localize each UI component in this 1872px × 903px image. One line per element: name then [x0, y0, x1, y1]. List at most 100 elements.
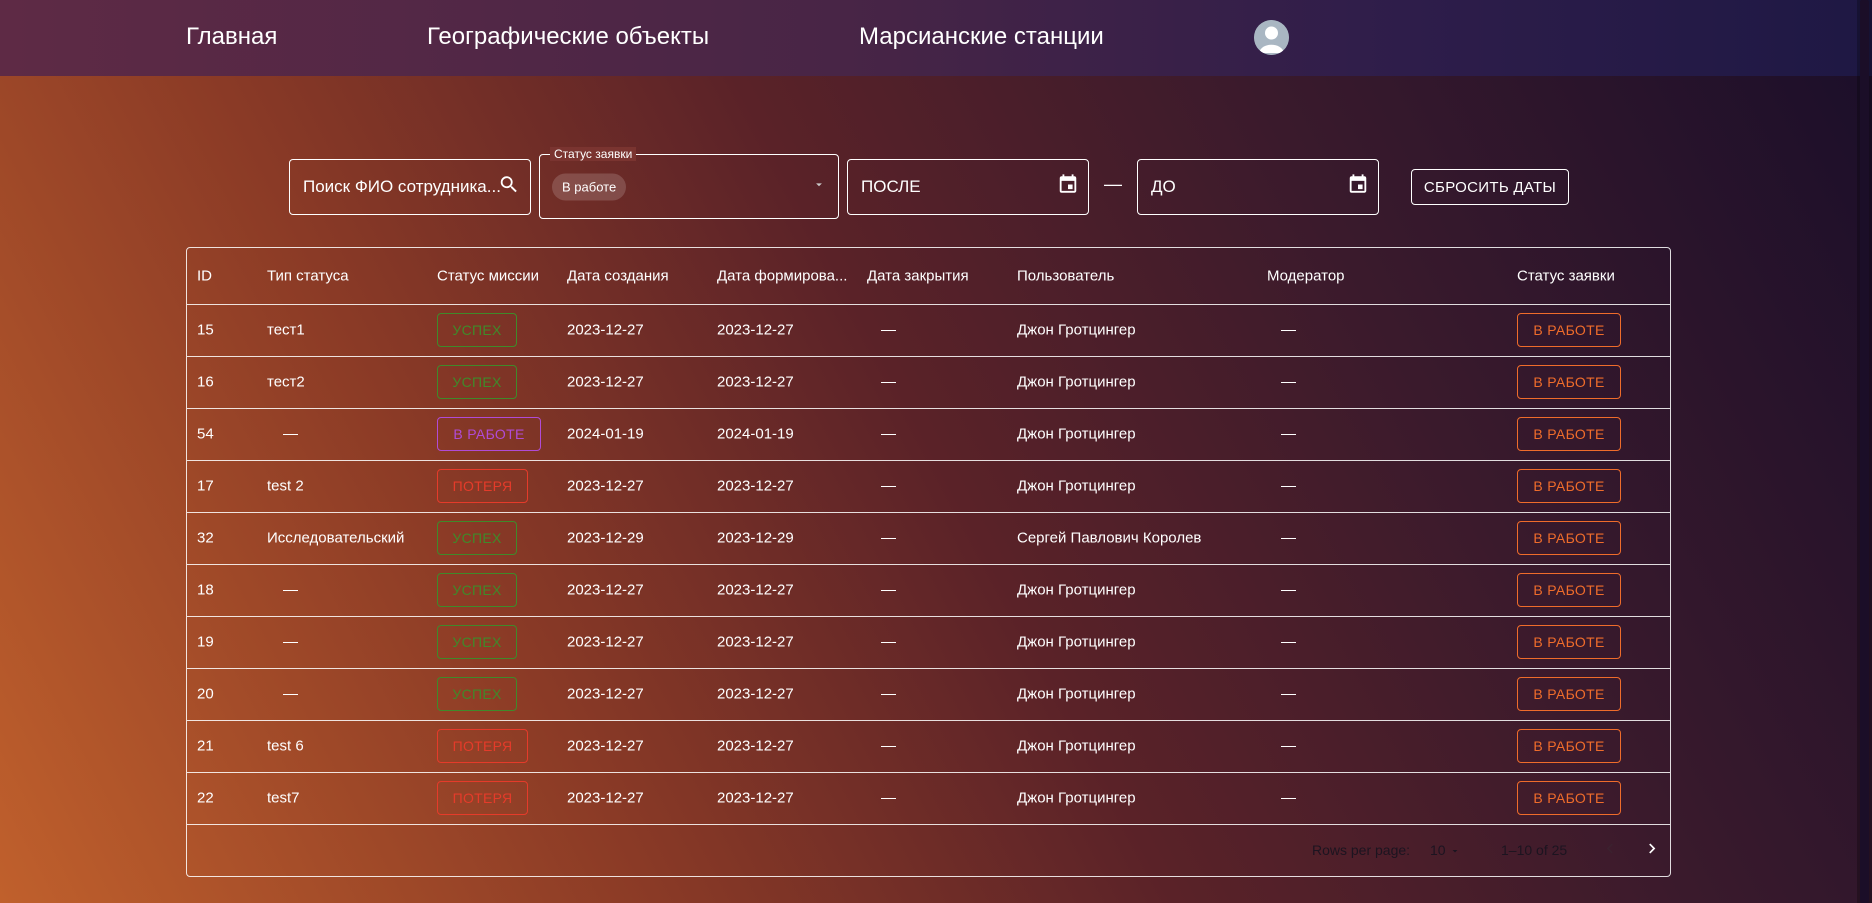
- cell-user: Джон Гротцингер: [1017, 373, 1136, 391]
- cell-user: Джон Гротцингер: [1017, 737, 1136, 755]
- request-status-button[interactable]: В РАБОТЕ: [1517, 573, 1621, 607]
- rows-per-page-label: Rows per page:: [1312, 842, 1411, 858]
- mission-status-badge[interactable]: ПОТЕРЯ: [437, 781, 528, 815]
- cell-formed: 2023-12-27: [717, 633, 794, 651]
- cell-closed: —: [881, 633, 896, 651]
- request-status-button[interactable]: В РАБОТЕ: [1517, 625, 1621, 659]
- cell-id: 54: [197, 425, 214, 443]
- cell-closed: —: [881, 321, 896, 339]
- cell-id: 15: [197, 321, 214, 339]
- request-status-button[interactable]: В РАБОТЕ: [1517, 313, 1621, 347]
- table-row[interactable]: 16 тест2 2023-12-27 2023-12-27 — Джон Гротцин…: [187, 356, 1670, 409]
- cell-status-type: —: [283, 425, 298, 443]
- table-row[interactable]: 17 test 2 2023-12-27 2023-12-27 — Джон Гротци…: [187, 460, 1670, 513]
- column-header-request-status[interactable]: Статус заявки: [1517, 268, 1615, 285]
- mission-status-badge[interactable]: ПОТЕРЯ: [437, 729, 528, 763]
- cell-status-type: —: [283, 633, 298, 651]
- cell-formed: 2023-12-27: [717, 789, 794, 807]
- cell-formed: 2023-12-27: [717, 477, 794, 495]
- column-header-id[interactable]: ID: [197, 268, 212, 285]
- mission-status-badge[interactable]: ПОТЕРЯ: [437, 469, 528, 503]
- mission-status-badge[interactable]: УСПЕХ: [437, 677, 517, 711]
- cell-closed: —: [881, 425, 896, 443]
- cell-created: 2023-12-27: [567, 685, 644, 703]
- column-header-mission-status[interactable]: Статус миссии: [437, 268, 539, 285]
- request-status-button[interactable]: В РАБОТЕ: [1517, 729, 1621, 763]
- mission-status-badge[interactable]: УСПЕХ: [437, 313, 517, 347]
- mission-status-badge[interactable]: УСПЕХ: [437, 521, 517, 555]
- table-row[interactable]: 22 test7 2023-12-27 2023-12-27 — Джон Гротцин…: [187, 772, 1670, 825]
- request-status-button[interactable]: В РАБОТЕ: [1517, 365, 1621, 399]
- column-header-closed[interactable]: Дата закрытия: [867, 268, 969, 285]
- nav-link-geo-objects[interactable]: Географические объекты: [427, 23, 709, 51]
- table-row[interactable]: 32 Исследовательский 2023-12-29 2023-12-29 —…: [187, 512, 1670, 565]
- cell-created: 2023-12-27: [567, 321, 644, 339]
- cell-status-type: Исследовательский: [267, 529, 405, 547]
- table-row[interactable]: 20 — 2023-12-27 2023-12-27 — Джон Гротцингер —…: [187, 668, 1670, 721]
- column-header-created[interactable]: Дата создания: [567, 268, 669, 285]
- mission-status-badge[interactable]: В РАБОТЕ: [437, 417, 541, 451]
- mission-status-badge[interactable]: УСПЕХ: [437, 365, 517, 399]
- cell-closed: —: [881, 373, 896, 391]
- request-status-button[interactable]: В РАБОТЕ: [1517, 677, 1621, 711]
- cell-created: 2023-12-27: [567, 581, 644, 599]
- cell-id: 18: [197, 581, 214, 599]
- chevron-right-icon[interactable]: [1642, 839, 1662, 862]
- search-input[interactable]: Поиск ФИО сотрудника...: [303, 177, 501, 197]
- top-navbar: Главная Географические объекты Марсианск…: [0, 0, 1872, 76]
- status-select[interactable]: Статус заявки В работе: [539, 147, 839, 219]
- cell-status-type: test 2: [267, 477, 304, 495]
- search-icon[interactable]: [498, 174, 520, 201]
- cell-id: 17: [197, 477, 214, 495]
- nav-link-mars-stations[interactable]: Марсианские станции: [859, 23, 1104, 51]
- nav-link-home[interactable]: Главная: [186, 23, 277, 51]
- column-header-moderator[interactable]: Модератор: [1267, 268, 1345, 285]
- table-row[interactable]: 21 test 6 2023-12-27 2023-12-27 — Джон Гротци…: [187, 720, 1670, 773]
- reset-dates-button[interactable]: СБРОСИТЬ ДАТЫ: [1411, 169, 1569, 205]
- caret-down-icon[interactable]: [812, 177, 826, 196]
- cell-closed: —: [881, 529, 896, 547]
- date-before-input[interactable]: ДО: [1151, 177, 1176, 197]
- date-before-field[interactable]: ДО: [1137, 159, 1379, 215]
- caret-down-icon[interactable]: [1449, 845, 1461, 857]
- cell-closed: —: [881, 581, 896, 599]
- search-field[interactable]: Поиск ФИО сотрудника...: [289, 159, 531, 215]
- cell-user: Джон Гротцингер: [1017, 425, 1136, 443]
- table-row[interactable]: 54 — 2024-01-19 2024-01-19 — Джон Гротцингер —…: [187, 408, 1670, 461]
- page-scrollbar-thumb[interactable]: [1860, 0, 1869, 903]
- cell-moderator: —: [1281, 425, 1296, 443]
- cell-closed: —: [881, 685, 896, 703]
- cell-created: 2023-12-27: [567, 633, 644, 651]
- cell-closed: —: [881, 789, 896, 807]
- table-row[interactable]: 19 — 2023-12-27 2023-12-27 — Джон Гротцингер —…: [187, 616, 1670, 669]
- column-header-status-type[interactable]: Тип статуса: [267, 268, 349, 285]
- cell-formed: 2023-12-27: [717, 373, 794, 391]
- status-chip[interactable]: В работе: [552, 173, 627, 200]
- request-status-button[interactable]: В РАБОТЕ: [1517, 521, 1621, 555]
- cell-user: Джон Гротцингер: [1017, 581, 1136, 599]
- mission-status-badge[interactable]: УСПЕХ: [437, 573, 517, 607]
- calendar-icon[interactable]: [1347, 174, 1369, 201]
- calendar-icon[interactable]: [1057, 174, 1079, 201]
- request-status-button[interactable]: В РАБОТЕ: [1517, 417, 1621, 451]
- date-after-input[interactable]: ПОСЛЕ: [861, 177, 921, 197]
- rows-per-page-select[interactable]: 10: [1430, 842, 1461, 858]
- cell-user: Джон Гротцингер: [1017, 789, 1136, 807]
- column-header-user[interactable]: Пользователь: [1017, 268, 1114, 285]
- request-status-button[interactable]: В РАБОТЕ: [1517, 469, 1621, 503]
- user-avatar-icon[interactable]: [1254, 20, 1289, 55]
- rows-per-page-value[interactable]: 10: [1430, 842, 1446, 858]
- table-row[interactable]: 18 — 2023-12-27 2023-12-27 — Джон Гротцингер —…: [187, 564, 1670, 617]
- cell-formed: 2024-01-19: [717, 425, 794, 443]
- mission-status-badge[interactable]: УСПЕХ: [437, 625, 517, 659]
- cell-id: 21: [197, 737, 214, 755]
- cell-created: 2023-12-27: [567, 373, 644, 391]
- cell-moderator: —: [1281, 633, 1296, 651]
- cell-id: 19: [197, 633, 214, 651]
- date-after-field[interactable]: ПОСЛЕ: [847, 159, 1089, 215]
- chevron-left-icon[interactable]: [1600, 839, 1620, 862]
- request-status-button[interactable]: В РАБОТЕ: [1517, 781, 1621, 815]
- column-header-formed[interactable]: Дата формирова...: [717, 268, 847, 285]
- cell-moderator: —: [1281, 737, 1296, 755]
- table-row[interactable]: 15 тест1 2023-12-27 2023-12-27 — Джон Гротцин…: [187, 304, 1670, 357]
